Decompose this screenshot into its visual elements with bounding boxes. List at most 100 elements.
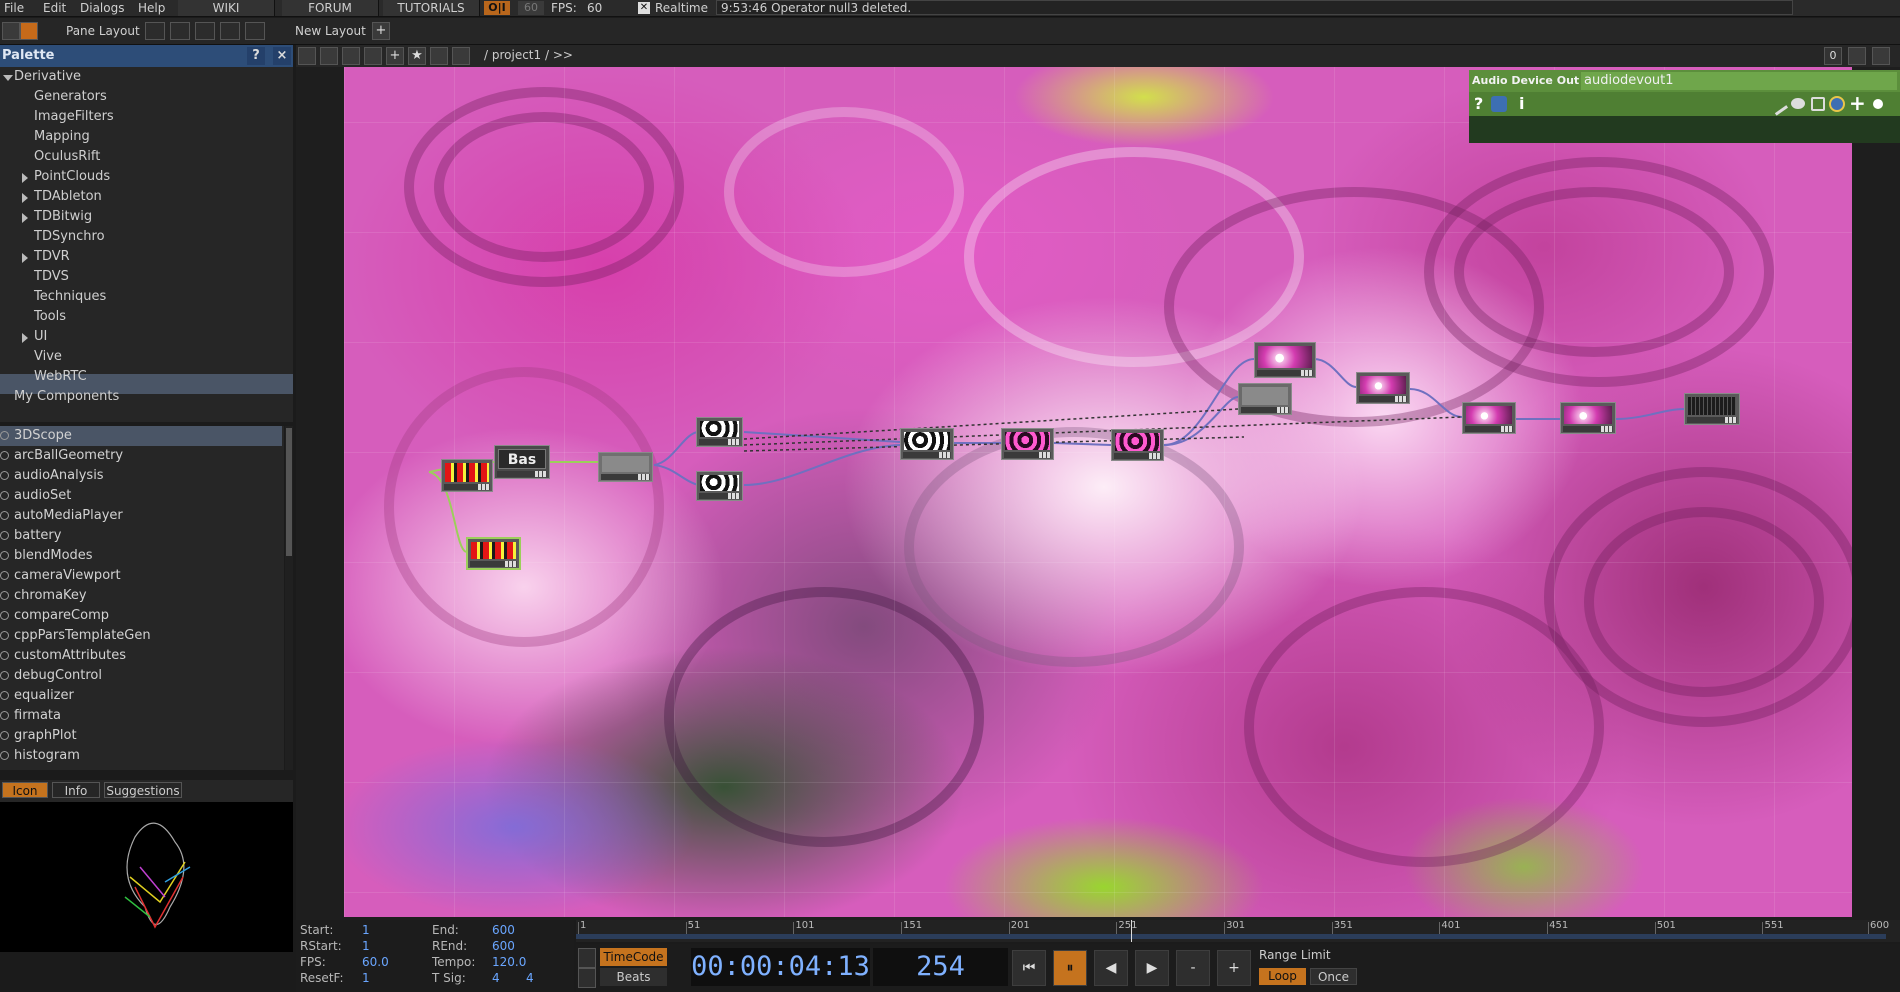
operator-node-feedback[interactable]: [1356, 372, 1410, 404]
expand-right-icon[interactable]: [22, 213, 28, 223]
pencil-icon[interactable]: [1767, 95, 1789, 116]
expand-right-icon[interactable]: [22, 193, 28, 203]
forward-icon[interactable]: [364, 47, 382, 65]
plus-icon[interactable]: +: [1849, 91, 1866, 115]
rstart-field[interactable]: 1: [362, 939, 370, 954]
tree-item-tdableton[interactable]: TDAbleton: [34, 187, 102, 207]
network-path-breadcrumb[interactable]: / project1 / >>: [484, 48, 573, 62]
speed-up-button[interactable]: +: [1217, 950, 1251, 986]
tree-item-generators[interactable]: Generators: [34, 87, 107, 107]
layout-three-icon[interactable]: [220, 22, 240, 40]
tsig-denominator-field[interactable]: 4: [526, 971, 534, 986]
info-icon[interactable]: i: [1519, 94, 1524, 113]
timeline-range-track[interactable]: [576, 934, 1886, 939]
realtime-checkbox[interactable]: ✕: [638, 2, 650, 14]
tree-item-tdvr[interactable]: TDVR: [34, 247, 70, 267]
link-icon[interactable]: [452, 47, 470, 65]
tree-item-derivative[interactable]: Derivative: [14, 67, 81, 87]
operator-node-noise-1[interactable]: [696, 417, 743, 447]
start-field[interactable]: 1: [362, 923, 370, 938]
operator-node-out[interactable]: [1560, 402, 1616, 434]
menu-file[interactable]: File: [4, 0, 24, 16]
layout-quad-icon[interactable]: [245, 22, 265, 40]
menu-dialogs[interactable]: Dialogs: [80, 0, 124, 16]
end-field[interactable]: 600: [492, 923, 515, 938]
tree-item-tdsynchro[interactable]: TDSynchro: [34, 227, 105, 247]
chevron-down-icon[interactable]: [298, 47, 316, 65]
resetf-field[interactable]: 1: [362, 971, 370, 986]
operator-node-noise-2[interactable]: [696, 471, 743, 501]
stop-icon[interactable]: [320, 47, 338, 65]
expand-right-icon[interactable]: [22, 333, 28, 343]
help-icon[interactable]: ?: [1474, 94, 1483, 113]
operator-node-null[interactable]: [598, 452, 653, 482]
tree-item-imagefilters[interactable]: ImageFilters: [34, 107, 114, 127]
tab-icon[interactable]: Icon: [2, 782, 48, 798]
python-icon[interactable]: [1491, 96, 1507, 112]
settings-icon[interactable]: [430, 47, 448, 65]
operator-node-displace[interactable]: [900, 428, 954, 460]
slash-toggle[interactable]: [578, 948, 596, 968]
operator-node-ramp[interactable]: [1001, 428, 1054, 460]
python-extension-icon[interactable]: [1829, 96, 1845, 112]
perform-mode-badge[interactable]: O|I: [484, 1, 510, 15]
expand-right-icon[interactable]: [22, 173, 28, 183]
tab-wiki[interactable]: WIKI: [178, 0, 275, 16]
star-icon[interactable]: ★: [408, 47, 426, 65]
tree-item-mapping[interactable]: Mapping: [34, 127, 90, 147]
speed-down-button[interactable]: -: [1176, 950, 1210, 986]
operator-node-level[interactable]: [1462, 402, 1516, 434]
tree-item-tdvs[interactable]: TDVS: [34, 267, 69, 287]
operator-node-audio-out-preview[interactable]: [466, 537, 521, 570]
operator-node-audiodevout1[interactable]: [1684, 393, 1740, 425]
operator-name-field[interactable]: audiodevout1: [1581, 72, 1897, 90]
timeline-playhead[interactable]: [1131, 920, 1132, 942]
rewind-button[interactable]: ⏮: [1012, 950, 1046, 986]
menu-help[interactable]: Help: [138, 0, 165, 16]
tab-info[interactable]: Info: [52, 782, 100, 798]
tsig-numerator-field[interactable]: 4: [492, 971, 500, 986]
operator-node-bas[interactable]: Bas: [494, 445, 550, 479]
tree-item-my-components[interactable]: My Components: [14, 387, 119, 407]
step-back-button[interactable]: ◀: [1094, 950, 1128, 986]
tree-item-oculusrift[interactable]: OculusRift: [34, 147, 100, 167]
tree-item-ui[interactable]: UI: [34, 327, 47, 347]
once-button[interactable]: Once: [1310, 968, 1357, 985]
layout-single-icon[interactable]: [145, 22, 165, 40]
timecode-display[interactable]: 00:00:04:13: [691, 948, 870, 986]
expand-right-icon[interactable]: [22, 253, 28, 263]
frame-display[interactable]: 254: [873, 948, 1008, 986]
home-icon[interactable]: [20, 22, 38, 40]
tree-item-webrtc[interactable]: WebRTC: [34, 367, 87, 387]
maximize-icon[interactable]: [1848, 47, 1866, 65]
new-layout-button[interactable]: +: [372, 22, 390, 40]
operator-node-constant[interactable]: [1238, 383, 1292, 415]
back-icon[interactable]: [342, 47, 360, 65]
rend-field[interactable]: 600: [492, 939, 515, 954]
palette-close-button[interactable]: ×: [273, 47, 291, 65]
beats-toggle-button[interactable]: Beats: [600, 968, 667, 986]
operator-node-audio-in[interactable]: [441, 459, 493, 492]
scroll-down-icon[interactable]: [1872, 47, 1890, 65]
bar-toggle[interactable]: [578, 968, 596, 988]
tab-suggestions[interactable]: Suggestions: [104, 782, 182, 798]
layout-split-v-icon[interactable]: [170, 22, 190, 40]
timecode-toggle-button[interactable]: TimeCode: [600, 948, 667, 966]
tree-item-tools[interactable]: Tools: [34, 307, 66, 327]
comment-icon[interactable]: [1791, 98, 1805, 109]
viewer-toggle-icon[interactable]: [1873, 99, 1883, 109]
pause-button[interactable]: ⏸: [1053, 950, 1087, 986]
tempo-field[interactable]: 120.0: [492, 955, 526, 970]
tree-item-tdbitwig[interactable]: TDBitwig: [34, 207, 92, 227]
tree-item-pointclouds[interactable]: PointClouds: [34, 167, 110, 187]
fps-field[interactable]: 60.0: [362, 955, 389, 970]
menu-edit[interactable]: Edit: [43, 0, 66, 16]
operator-node-composite[interactable]: [1254, 342, 1316, 378]
palette-help-button[interactable]: ?: [247, 47, 265, 65]
loop-button[interactable]: Loop: [1259, 968, 1306, 985]
tree-item-techniques[interactable]: Techniques: [34, 287, 106, 307]
component-scroll-thumb[interactable]: [286, 428, 292, 556]
add-operator-icon[interactable]: +: [386, 47, 404, 65]
clone-icon[interactable]: [1811, 97, 1825, 111]
operator-node-lookup[interactable]: [1111, 429, 1164, 461]
